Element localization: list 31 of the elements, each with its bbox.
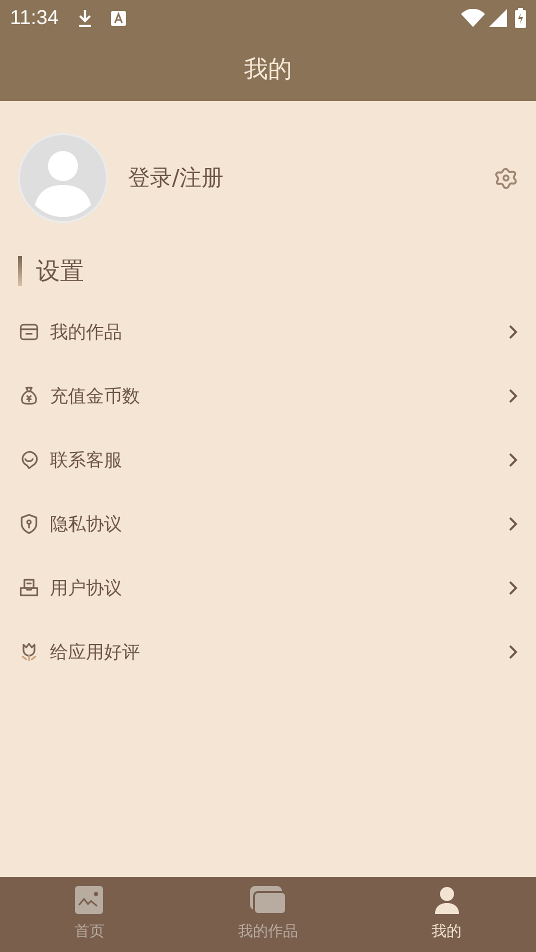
- menu-item[interactable]: 隐私协议: [0, 492, 536, 556]
- status-time: 11:34: [10, 6, 59, 31]
- section-title: 设置: [36, 256, 84, 287]
- folder-icon: [250, 886, 286, 914]
- settings-icon[interactable]: [494, 166, 518, 190]
- keyboard-icon: [110, 10, 126, 26]
- shield-icon: [18, 513, 40, 535]
- chevron-right-icon: [508, 452, 518, 468]
- inbox-icon: [18, 577, 40, 599]
- menu-item[interactable]: 用户协议: [0, 556, 536, 620]
- box-icon: [18, 321, 40, 343]
- money-bag-icon: [18, 385, 40, 407]
- menu-item[interactable]: 给应用好评: [0, 620, 536, 684]
- chevron-right-icon: [508, 516, 518, 532]
- person-icon: [432, 886, 461, 914]
- chevron-right-icon: [508, 324, 518, 340]
- menu-item[interactable]: 我的作品: [0, 300, 536, 364]
- login-register-link[interactable]: 登录/注册: [128, 162, 224, 194]
- menu-item[interactable]: 联系客服: [0, 428, 536, 492]
- signal-icon: [489, 9, 507, 27]
- image-icon: [75, 886, 104, 914]
- section-marker: [18, 256, 22, 286]
- battery-icon: [515, 8, 526, 28]
- nav-tab[interactable]: 我的: [357, 877, 536, 952]
- wifi-icon: [461, 9, 485, 27]
- chevron-right-icon: [508, 644, 518, 660]
- chevron-right-icon: [508, 580, 518, 596]
- chevron-right-icon: [508, 388, 518, 404]
- menu-item[interactable]: 充值金币数: [0, 364, 536, 428]
- page-title: 我的: [244, 54, 292, 84]
- download-icon: [76, 9, 93, 27]
